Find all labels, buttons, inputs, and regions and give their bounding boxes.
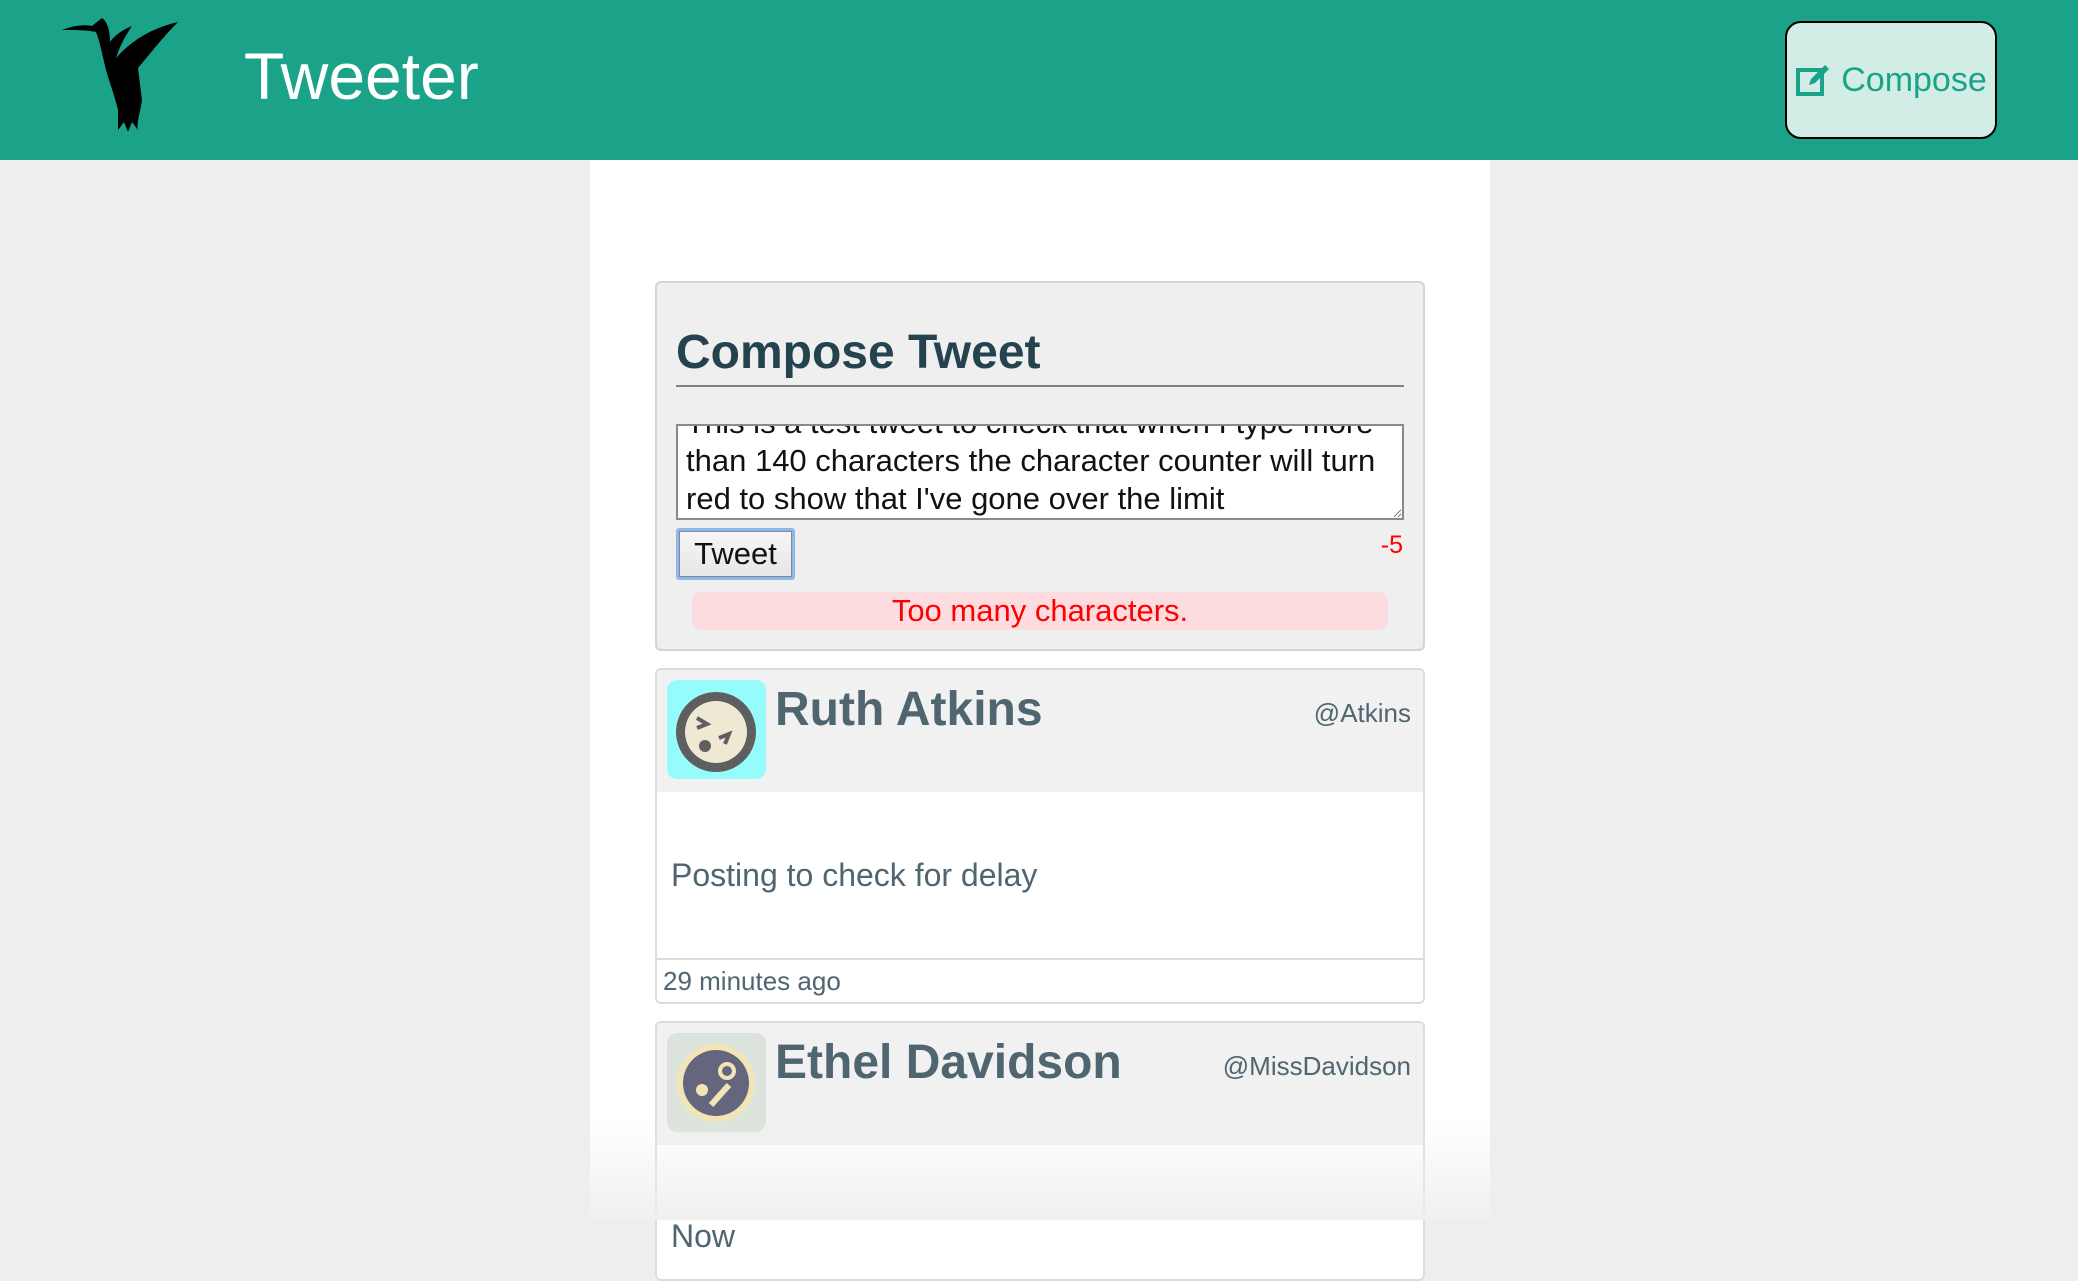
tweet-header: Ruth Atkins @Atkins (657, 670, 1423, 792)
tweet-textarea[interactable]: This is a test tweet to check that when … (676, 424, 1404, 520)
tweet-card: Ethel Davidson @MissDavidson Now (655, 1021, 1425, 1281)
compose-label: Compose (1841, 60, 1987, 99)
app-title[interactable]: Tweeter (244, 38, 479, 114)
tweet-author-name: Ethel Davidson (775, 1036, 1122, 1089)
tweet-timestamp: 29 minutes ago (657, 958, 1423, 1002)
tweet-card: Ruth Atkins @Atkins Posting to check for… (655, 668, 1425, 1004)
top-nav: Tweeter Compose (0, 0, 2078, 160)
edit-icon (1796, 65, 1830, 96)
hummingbird-icon (62, 18, 178, 132)
avatar (667, 680, 766, 779)
tweet-content: Now (671, 1218, 736, 1254)
error-message: Too many characters. (692, 592, 1388, 630)
compose-heading: Compose Tweet (676, 323, 1404, 387)
tweet-header: Ethel Davidson @MissDavidson (657, 1023, 1423, 1145)
compose-tweet-form: Compose Tweet This is a test tweet to ch… (655, 281, 1425, 651)
character-counter: -5 (1380, 531, 1403, 559)
avatar (667, 1033, 766, 1132)
tweet-author-name: Ruth Atkins (775, 683, 1043, 736)
tweet-content: Posting to check for delay (671, 856, 1038, 893)
tweet-author-handle: @Atkins (1313, 698, 1411, 728)
tweet-button[interactable]: Tweet (676, 528, 795, 580)
compose-button[interactable]: Compose (1785, 21, 1997, 139)
tweet-button-label: Tweet (679, 531, 792, 577)
tweet-author-handle: @MissDavidson (1222, 1051, 1411, 1081)
